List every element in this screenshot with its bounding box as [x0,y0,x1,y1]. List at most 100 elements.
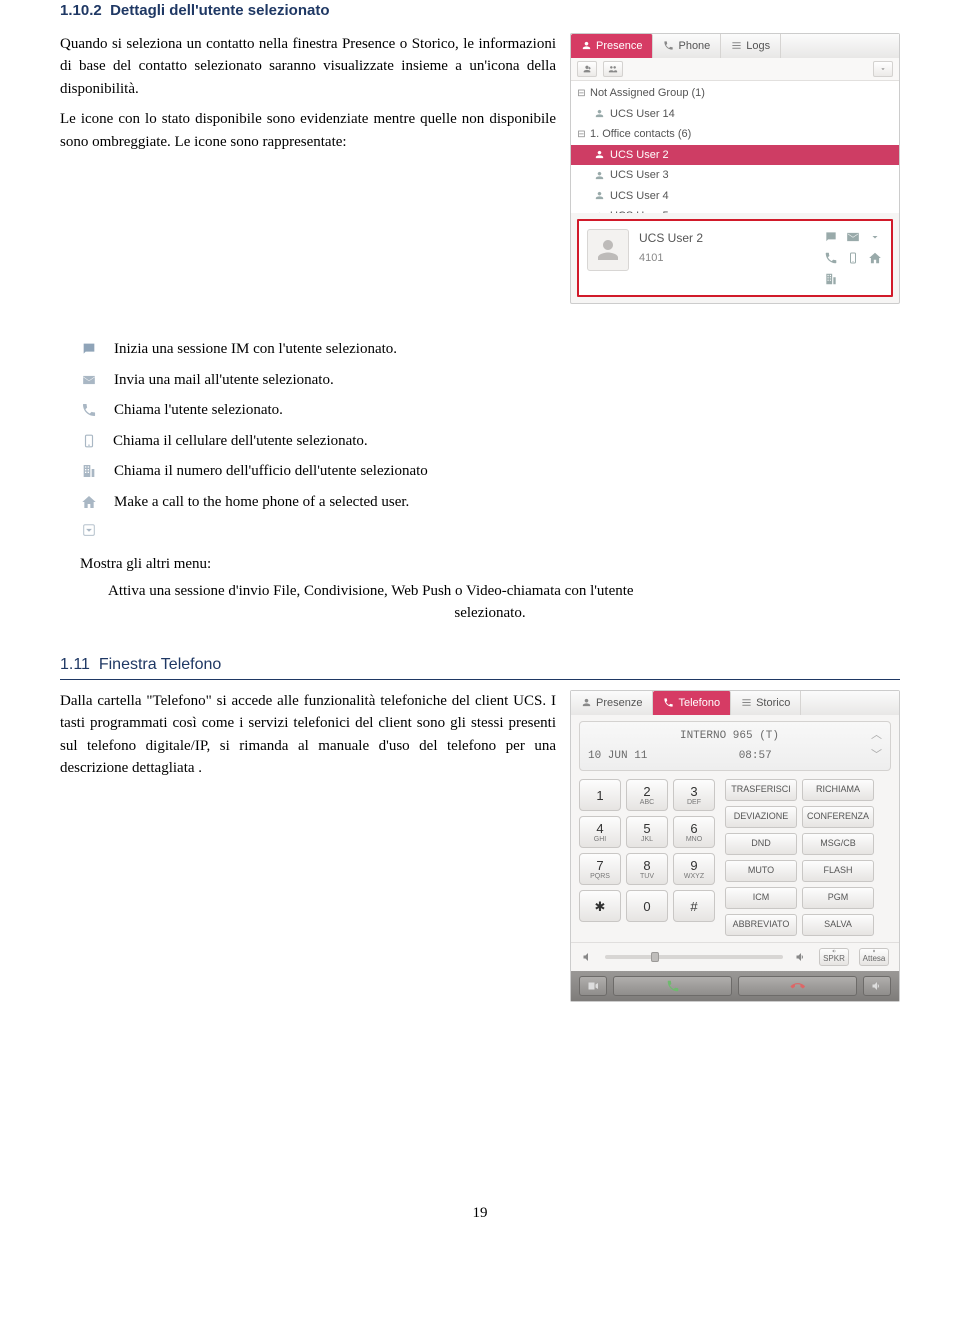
list-item[interactable]: UCS User 4 [571,186,899,207]
phone-icon [663,40,674,51]
fn-conferenza[interactable]: CONFERENZA [802,806,874,828]
lcd-date: 10 JUN 11 [588,748,647,765]
subsection-title: Finestra Telefono [99,656,221,673]
intro-paragraph-1: Quando si seleziona un contatto nella fi… [60,33,556,101]
phone-paragraph: Dalla cartella "Telefono" si accede alle… [60,690,556,1003]
key-6[interactable]: 6MNO [673,816,715,848]
subsection-heading: 1.11 Finestra Telefono [60,653,900,680]
phone-panel: Presenze Telefono Storico INTERNO 965 (T… [570,690,900,1003]
action-more [80,521,900,539]
group-office[interactable]: ⊟1. Office contacts (6) [571,124,899,145]
action-call: Chiama l'utente selezionato. [80,399,900,422]
contact-list: ⊟Not Assigned Group (1) UCS User 14 ⊟1. … [571,81,899,213]
add-user-button[interactable] [577,61,597,77]
key-2[interactable]: 2ABC [626,779,668,811]
tab-phone[interactable]: Phone [653,34,721,59]
mail-icon[interactable] [845,229,861,245]
call-icon [80,401,98,419]
volume-slider[interactable] [605,955,783,959]
list-icon [731,40,742,51]
tab-storico[interactable]: Storico [731,691,801,716]
fn-dnd[interactable]: DND [725,833,797,855]
lcd-line1: INTERNO 965 (T) [588,728,871,745]
user-icon [593,107,606,120]
tab-phone-label: Phone [678,38,710,55]
function-keys: TRASFERISCIRICHIAMADEVIAZIONECONFERENZAD… [725,779,874,936]
hangup-button[interactable] [738,976,857,996]
lcd-display: INTERNO 965 (T)︿ 10 JUN 11 08:57 ﹀ [579,721,891,771]
fn-salva[interactable]: SALVA [802,914,874,936]
fn-muto[interactable]: MUTO [725,860,797,882]
fn-pgm[interactable]: PGM [802,887,874,909]
video-button[interactable] [579,976,607,996]
section-heading: 1.10.2 Dettagli dell'utente selezionato [60,0,900,23]
key-8[interactable]: 8TUV [626,853,668,885]
fn-deviazione[interactable]: DEVIAZIONE [725,806,797,828]
fn-trasferisci[interactable]: TRASFERISCI [725,779,797,801]
call-icon[interactable] [823,250,839,266]
fn-richiama[interactable]: RICHIAMA [802,779,874,801]
action-mobile: Chiama il cellulare dell'utente selezion… [80,430,900,453]
keypad: 12ABC3DEF 4GHI5JKL6MNO 7PQRS8TUV9WXYZ ✱0# [579,779,715,936]
phone-tabs: Presenze Telefono Storico [571,691,899,716]
action-office: Chiama il numero dell'ufficio dell'utent… [80,460,900,483]
fn-flash[interactable]: FLASH [802,860,874,882]
mobile-icon [80,432,98,450]
up-arrow-icon[interactable]: ︿ [871,728,882,745]
key-3[interactable]: 3DEF [673,779,715,811]
add-group-button[interactable] [603,61,623,77]
phone-icon [663,697,674,708]
list-item[interactable]: UCS User 5 [571,206,899,213]
key-1[interactable]: 1 [579,779,621,811]
home-icon [80,493,98,511]
section-title: Dettagli dell'utente selezionato [110,2,329,19]
volume-row: SPKR Attesa [571,942,899,971]
intro-text: Quando si seleziona un contatto nella fi… [60,33,556,305]
bottom-bar [571,971,899,1001]
speaker-button[interactable] [863,976,891,996]
key-#[interactable]: # [673,890,715,922]
key-7[interactable]: 7PQRS [579,853,621,885]
group-not-assigned[interactable]: ⊟Not Assigned Group (1) [571,83,899,104]
mobile-icon[interactable] [845,250,861,266]
tab-telefono[interactable]: Telefono [653,691,731,716]
fn-msg/cb[interactable]: MSG/CB [802,833,874,855]
fn-abbreviato[interactable]: ABBREVIATO [725,914,797,936]
user-icon [593,169,606,182]
key-✱[interactable]: ✱ [579,890,621,922]
user-icon [593,189,606,202]
presence-toolbar [571,58,899,81]
tab-logs[interactable]: Logs [721,34,781,59]
intro-paragraph-2: Le icone con lo stato disponibile sono e… [60,108,556,153]
key-9[interactable]: 9WXYZ [673,853,715,885]
im-icon[interactable] [823,229,839,245]
hold-button[interactable]: Attesa [859,948,889,966]
list-item-selected[interactable]: UCS User 2 [571,145,899,166]
pickup-button[interactable] [613,976,732,996]
list-item[interactable]: UCS User 14 [571,104,899,125]
fn-icm[interactable]: ICM [725,887,797,909]
key-5[interactable]: 5JKL [626,816,668,848]
other-menu-title: Mostra gli altri menu: [80,553,900,576]
more-icon[interactable] [867,229,883,245]
list-item[interactable]: UCS User 3 [571,165,899,186]
lcd-time: 08:57 [739,748,772,765]
tab-presence[interactable]: Presence [571,34,653,59]
tab-presenze[interactable]: Presenze [571,691,653,716]
presence-tabs: Presence Phone Logs [571,34,899,59]
presence-panel: Presence Phone Logs ⊟Not Assigned Group … [570,33,900,305]
person-icon [581,697,592,708]
home-icon[interactable] [867,250,883,266]
user-icon [593,148,606,161]
tab-logs-label: Logs [746,38,770,55]
key-0[interactable]: 0 [626,890,668,922]
page-number: 19 [60,1202,900,1225]
action-mail: Invia una mail all'utente selezionato. [80,369,900,392]
key-4[interactable]: 4GHI [579,816,621,848]
detail-name: UCS User 2 [639,229,813,247]
dropdown-button[interactable] [873,61,893,77]
office-icon[interactable] [823,271,839,287]
spkr-button[interactable]: SPKR [819,948,849,966]
down-arrow-icon[interactable]: ﹀ [871,748,882,765]
section-number: 1.10.2 [60,2,102,19]
